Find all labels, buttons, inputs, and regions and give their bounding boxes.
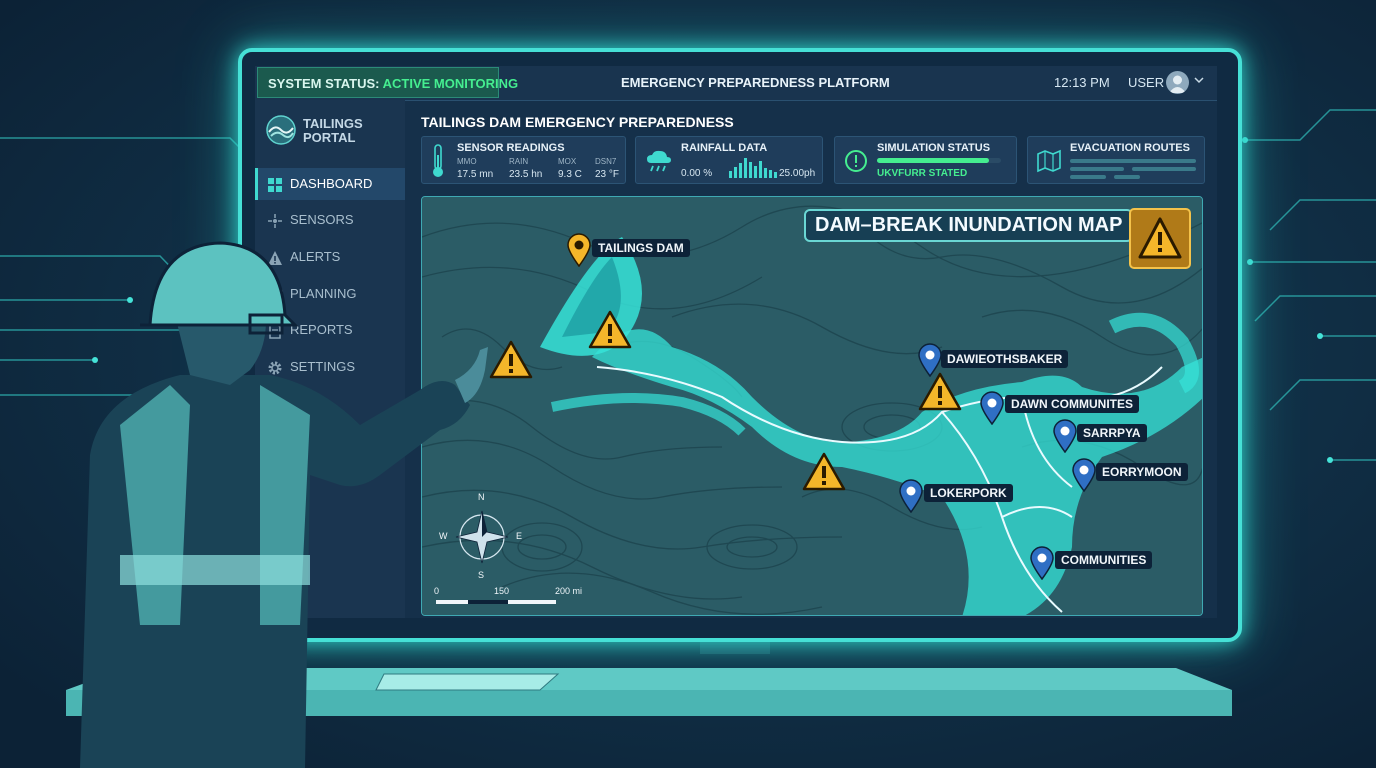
- rainfall-bar: [754, 166, 757, 178]
- map-title: DAM–BREAK INUNDATION MAP: [804, 209, 1134, 242]
- route-bar: [1070, 167, 1124, 171]
- page-title: TAILINGS DAM EMERGENCY PREPAREDNESS: [421, 114, 734, 130]
- scale-label: 150: [494, 586, 510, 596]
- warning-marker-icon[interactable]: [488, 339, 534, 381]
- sidebar-item-label: DASHBOARD: [290, 176, 373, 191]
- simulation-progress-track: [877, 158, 1001, 163]
- grid-icon: [268, 178, 282, 192]
- rainfall-bar: [739, 163, 742, 178]
- map-route-icon: [1037, 149, 1061, 173]
- warning-icon: [1138, 217, 1182, 259]
- card-title: EVACUATION ROUTES: [1070, 142, 1190, 154]
- rainfall-data-card[interactable]: RAINFALL DATA 0.00 % 25.00ph: [635, 136, 823, 184]
- route-bar: [1070, 159, 1196, 163]
- sensor-value: 17.5 mn: [457, 169, 494, 180]
- sensor-label: MOX: [558, 157, 577, 166]
- rainfall-bar-chart: [729, 158, 777, 178]
- sensor-label: DSN7: [595, 157, 617, 166]
- platform-title: EMERGENCY PREPAREDNESS PLATFORM: [621, 75, 890, 90]
- simulation-progress-fill: [877, 158, 989, 163]
- warning-marker-icon[interactable]: [917, 371, 963, 413]
- clock: 12:13 PM: [1054, 75, 1110, 90]
- evacuation-routes-card[interactable]: EVACUATION ROUTES: [1027, 136, 1205, 184]
- rain-cloud-icon: [647, 150, 671, 172]
- map-label-location: DAWN COMMUNITES: [1005, 395, 1139, 413]
- simulation-status-card[interactable]: SIMULATION STATUS UKVFURR STATED: [834, 136, 1017, 184]
- simulation-status-text: UKVFURR STATED: [877, 168, 968, 179]
- rainfall-bar: [759, 161, 762, 178]
- inundation-map[interactable]: DAM–BREAK INUNDATION MAP TAILINGS DAM DA…: [421, 196, 1203, 616]
- info-alert-icon: [845, 150, 867, 172]
- chevron-down-icon[interactable]: [1194, 75, 1204, 88]
- sensor-label: MMO: [457, 157, 477, 166]
- map-label-location: COMMUNITIES: [1055, 551, 1153, 569]
- engineer-figure: [80, 241, 488, 768]
- map-label-tailings-dam: TAILINGS DAM: [592, 239, 690, 257]
- card-title: RAINFALL DATA: [681, 142, 768, 154]
- location-pin-icon[interactable]: [898, 479, 924, 513]
- compass-east: E: [516, 531, 523, 541]
- map-label-location: DAWIEOTHSBAKER: [941, 350, 1069, 368]
- sensor-value: 23 °F: [595, 169, 620, 180]
- rainfall-bar: [744, 158, 747, 178]
- dam-pin-icon[interactable]: [566, 233, 592, 267]
- rainfall-min-value: 0.00 %: [681, 168, 713, 179]
- top-bar: SYSTEM STATUS: ACTIVE MONITORING EMERGEN…: [255, 66, 1217, 101]
- map-label-location: LOKERPORK: [924, 484, 1013, 502]
- rainfall-bar: [764, 168, 767, 178]
- portal-logo-icon: [266, 115, 296, 145]
- location-pin-icon[interactable]: [979, 391, 1005, 425]
- rainfall-bar: [774, 172, 777, 178]
- route-bar: [1070, 175, 1106, 179]
- warning-marker-icon[interactable]: [801, 451, 847, 493]
- sensor-readings-card[interactable]: SENSOR READINGS MMO RAIN MOX DSN7 17.5 m…: [421, 136, 626, 184]
- rainfall-bar: [769, 170, 772, 178]
- card-title: SENSOR READINGS: [457, 142, 565, 154]
- route-bar: [1132, 167, 1196, 171]
- rainfall-bar: [749, 162, 752, 178]
- location-pin-icon[interactable]: [917, 343, 943, 377]
- sensor-value: 23.5 hn: [509, 169, 543, 180]
- location-pin-icon[interactable]: [1029, 546, 1055, 580]
- status-value: ACTIVE MONITORING: [382, 76, 519, 91]
- location-pin-icon[interactable]: [1052, 419, 1078, 453]
- rainfall-bar: [734, 167, 737, 178]
- avatar[interactable]: [1166, 71, 1189, 94]
- warning-marker-icon[interactable]: [587, 309, 633, 351]
- rainfall-bar: [729, 171, 732, 178]
- map-label-location: SARRPYA: [1077, 424, 1147, 442]
- sensor-label: RAIN: [509, 157, 529, 166]
- sidebar-item-dashboard[interactable]: DASHBOARD: [255, 168, 405, 200]
- user-menu-label[interactable]: USER: [1128, 66, 1164, 99]
- map-label-location: EORRYMOON: [1096, 463, 1188, 481]
- card-title: SIMULATION STATUS: [877, 142, 991, 154]
- system-status-badge: SYSTEM STATUS: ACTIVE MONITORING: [257, 67, 518, 98]
- sensor-value: 9.3 C: [558, 169, 582, 180]
- portal-logo-text: TAILINGS PORTAL: [303, 116, 363, 145]
- status-prefix: SYSTEM STATUS:: [268, 76, 383, 91]
- route-bar: [1114, 175, 1140, 179]
- location-pin-icon[interactable]: [1071, 458, 1097, 492]
- map-alert-button[interactable]: [1129, 208, 1191, 269]
- thermometer-icon: [433, 144, 443, 177]
- scale-label: 200 mi: [555, 586, 583, 596]
- rainfall-max-value: 25.00ph: [779, 168, 816, 179]
